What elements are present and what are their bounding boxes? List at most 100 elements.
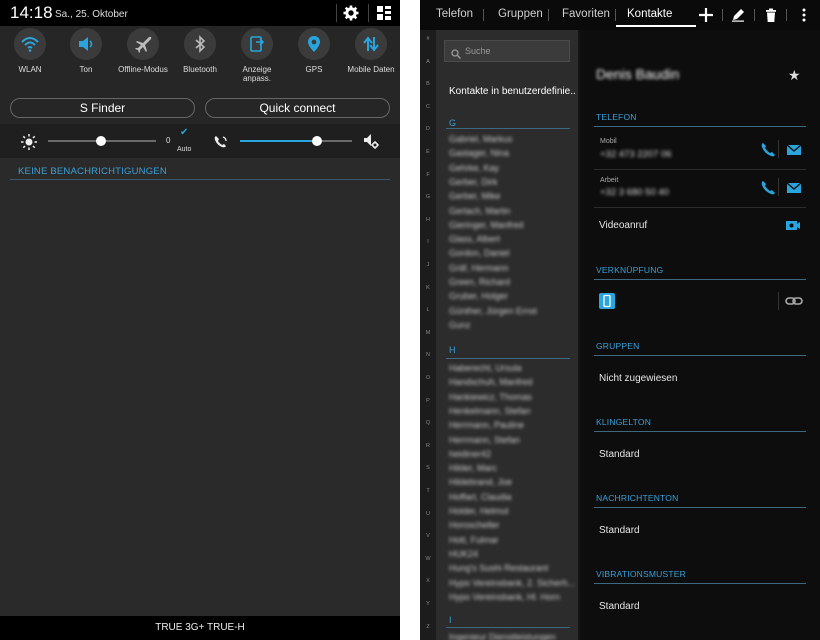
- contact-list-item[interactable]: Gastager, Nina: [449, 148, 509, 158]
- wlan-toggle[interactable]: WLAN: [5, 28, 55, 74]
- index-letter[interactable]: L: [420, 307, 436, 313]
- contact-list-item[interactable]: Hott, Fulmar: [449, 535, 499, 545]
- contact-list-item[interactable]: Gerlach, Martin: [449, 206, 511, 216]
- index-letter[interactable]: P: [420, 398, 436, 404]
- contact-list-item[interactable]: Ingenieur Dienstleistungen: [449, 632, 556, 640]
- grid-edit-icon[interactable]: [374, 3, 396, 23]
- settings-gear-icon[interactable]: [341, 3, 363, 23]
- index-letter[interactable]: X: [420, 578, 436, 584]
- delete-icon[interactable]: [761, 5, 781, 25]
- display-toggle[interactable]: Anzeige anpass.: [232, 28, 282, 83]
- sound-toggle[interactable]: Ton: [61, 28, 111, 74]
- contact-list-item[interactable]: Haberecht, Ursula: [449, 363, 522, 373]
- gps-toggle[interactable]: GPS: [289, 28, 339, 74]
- contact-list-item[interactable]: Günther, Jürgen Ernst: [449, 306, 537, 316]
- contact-list-item[interactable]: Gieringer, Manfred: [449, 220, 524, 230]
- divider: [548, 9, 549, 21]
- contact-list-item[interactable]: Gunz: [449, 320, 471, 330]
- index-letter[interactable]: A: [420, 59, 436, 65]
- mobile-data-toggle[interactable]: Mobile Daten: [346, 28, 396, 74]
- link-icon[interactable]: [785, 294, 803, 310]
- contact-list-item[interactable]: Hypo Vereinsbank, Hl. Horn: [449, 592, 560, 602]
- contact-list-item[interactable]: Green, Richard: [449, 277, 510, 287]
- brightness-slider-thumb[interactable]: [95, 136, 106, 146]
- index-letter[interactable]: J: [420, 262, 436, 268]
- more-options-icon[interactable]: [794, 5, 814, 25]
- contact-list-item[interactable]: Gerber, Dirk: [449, 177, 498, 187]
- contact-list-item[interactable]: Herrmann, Pauline: [449, 420, 524, 430]
- bluetooth-toggle[interactable]: Bluetooth: [175, 28, 225, 74]
- contact-list-item[interactable]: Horoscheller: [449, 520, 500, 530]
- index-letter[interactable]: C: [420, 104, 436, 110]
- index-letter[interactable]: R: [420, 443, 436, 449]
- contact-list-item[interactable]: Hildebrand, Joe: [449, 477, 512, 487]
- divider: [594, 507, 806, 508]
- contact-list-item[interactable]: Hypo Vereinsbank, 2. Sicherh...: [449, 578, 575, 588]
- video-call-icon[interactable]: [785, 218, 801, 234]
- contact-list-item[interactable]: heidiner42: [449, 449, 491, 459]
- contact-list-item[interactable]: Hilder, Marc: [449, 463, 497, 473]
- index-letter[interactable]: E: [420, 149, 436, 155]
- call-icon[interactable]: [760, 180, 776, 196]
- index-letter[interactable]: D: [420, 126, 436, 132]
- call-icon[interactable]: [760, 142, 776, 158]
- contact-list-item[interactable]: Glass, Albert: [449, 234, 500, 244]
- video-call-row[interactable]: Videoanruf: [599, 220, 647, 231]
- index-letter[interactable]: #: [420, 36, 436, 42]
- quick-connect-button[interactable]: Quick connect: [205, 98, 390, 118]
- volume-slider-thumb[interactable]: [312, 136, 323, 146]
- index-letter[interactable]: M: [420, 330, 436, 336]
- tab-kontakte[interactable]: Kontakte: [627, 8, 672, 20]
- edit-icon[interactable]: [728, 5, 748, 25]
- contact-list-item[interactable]: Henkelmann, Stefan: [449, 406, 531, 416]
- sound-settings-icon[interactable]: [362, 132, 380, 150]
- index-letter[interactable]: O: [420, 375, 436, 381]
- index-letter[interactable]: S: [420, 465, 436, 471]
- message-icon[interactable]: [786, 180, 802, 196]
- contact-list-item[interactable]: Herrmann, Stefan: [449, 435, 520, 445]
- contact-list-item[interactable]: Gerber, Mike: [449, 191, 501, 201]
- search-input[interactable]: Suche: [444, 40, 570, 62]
- index-letter[interactable]: H: [420, 217, 436, 223]
- index-letter[interactable]: B: [420, 81, 436, 87]
- index-letter[interactable]: K: [420, 285, 436, 291]
- contact-list-item[interactable]: Hung's Sushi Restaurant: [449, 563, 548, 573]
- linked-account-icon[interactable]: [599, 293, 615, 309]
- index-letter[interactable]: W: [420, 556, 436, 562]
- message-tone-value[interactable]: Standard: [599, 525, 640, 536]
- message-icon[interactable]: [786, 142, 802, 158]
- index-letter[interactable]: V: [420, 533, 436, 539]
- contact-list-item[interactable]: Gehrke, Kay: [449, 163, 499, 173]
- index-letter[interactable]: G: [420, 194, 436, 200]
- contact-list-item[interactable]: Holder, Helmut: [449, 506, 509, 516]
- index-letter[interactable]: F: [420, 172, 436, 178]
- s-finder-button[interactable]: S Finder: [10, 98, 195, 118]
- index-letter[interactable]: Y: [420, 601, 436, 607]
- auto-brightness-toggle[interactable]: Auto: [177, 146, 191, 153]
- contact-list-item[interactable]: Hoffart, Claudia: [449, 492, 511, 502]
- tab-gruppen[interactable]: Gruppen: [498, 8, 543, 20]
- contact-group-filter[interactable]: Kontakte in benutzerdefinie..: [449, 86, 576, 97]
- tab-favoriten[interactable]: Favoriten: [562, 8, 610, 20]
- contact-list-item[interactable]: Gordon, Daniel: [449, 248, 510, 258]
- alphabet-index[interactable]: # A B C D E F G H I J K L M N O P Q R S T U V W X Y Z: [420, 30, 436, 640]
- ringtone-value[interactable]: Standard: [599, 449, 640, 460]
- contact-list-item[interactable]: Hankiewicz, Thomas: [449, 392, 532, 402]
- vibration-value[interactable]: Standard: [599, 601, 640, 612]
- contact-list-item[interactable]: Handschuh, Manfred: [449, 377, 533, 387]
- index-letter[interactable]: Z: [420, 624, 436, 630]
- airplane-toggle[interactable]: Offline-Modus: [118, 28, 168, 74]
- index-letter[interactable]: I: [420, 239, 436, 245]
- add-icon[interactable]: [696, 5, 716, 25]
- tab-telefon[interactable]: Telefon: [436, 8, 473, 20]
- index-letter[interactable]: U: [420, 511, 436, 517]
- groups-value[interactable]: Nicht zugewiesen: [599, 373, 677, 384]
- index-letter[interactable]: T: [420, 488, 436, 494]
- index-letter[interactable]: N: [420, 352, 436, 358]
- index-letter[interactable]: Q: [420, 420, 436, 426]
- contact-list-item[interactable]: Gruber, Holger: [449, 291, 508, 301]
- contact-list-item[interactable]: HUK24: [449, 549, 478, 559]
- contact-list-item[interactable]: Gabriel, Markus: [449, 134, 513, 144]
- favorite-star-icon[interactable]: ★: [788, 67, 801, 84]
- contact-list-item[interactable]: Gräf, Hermann: [449, 263, 509, 273]
